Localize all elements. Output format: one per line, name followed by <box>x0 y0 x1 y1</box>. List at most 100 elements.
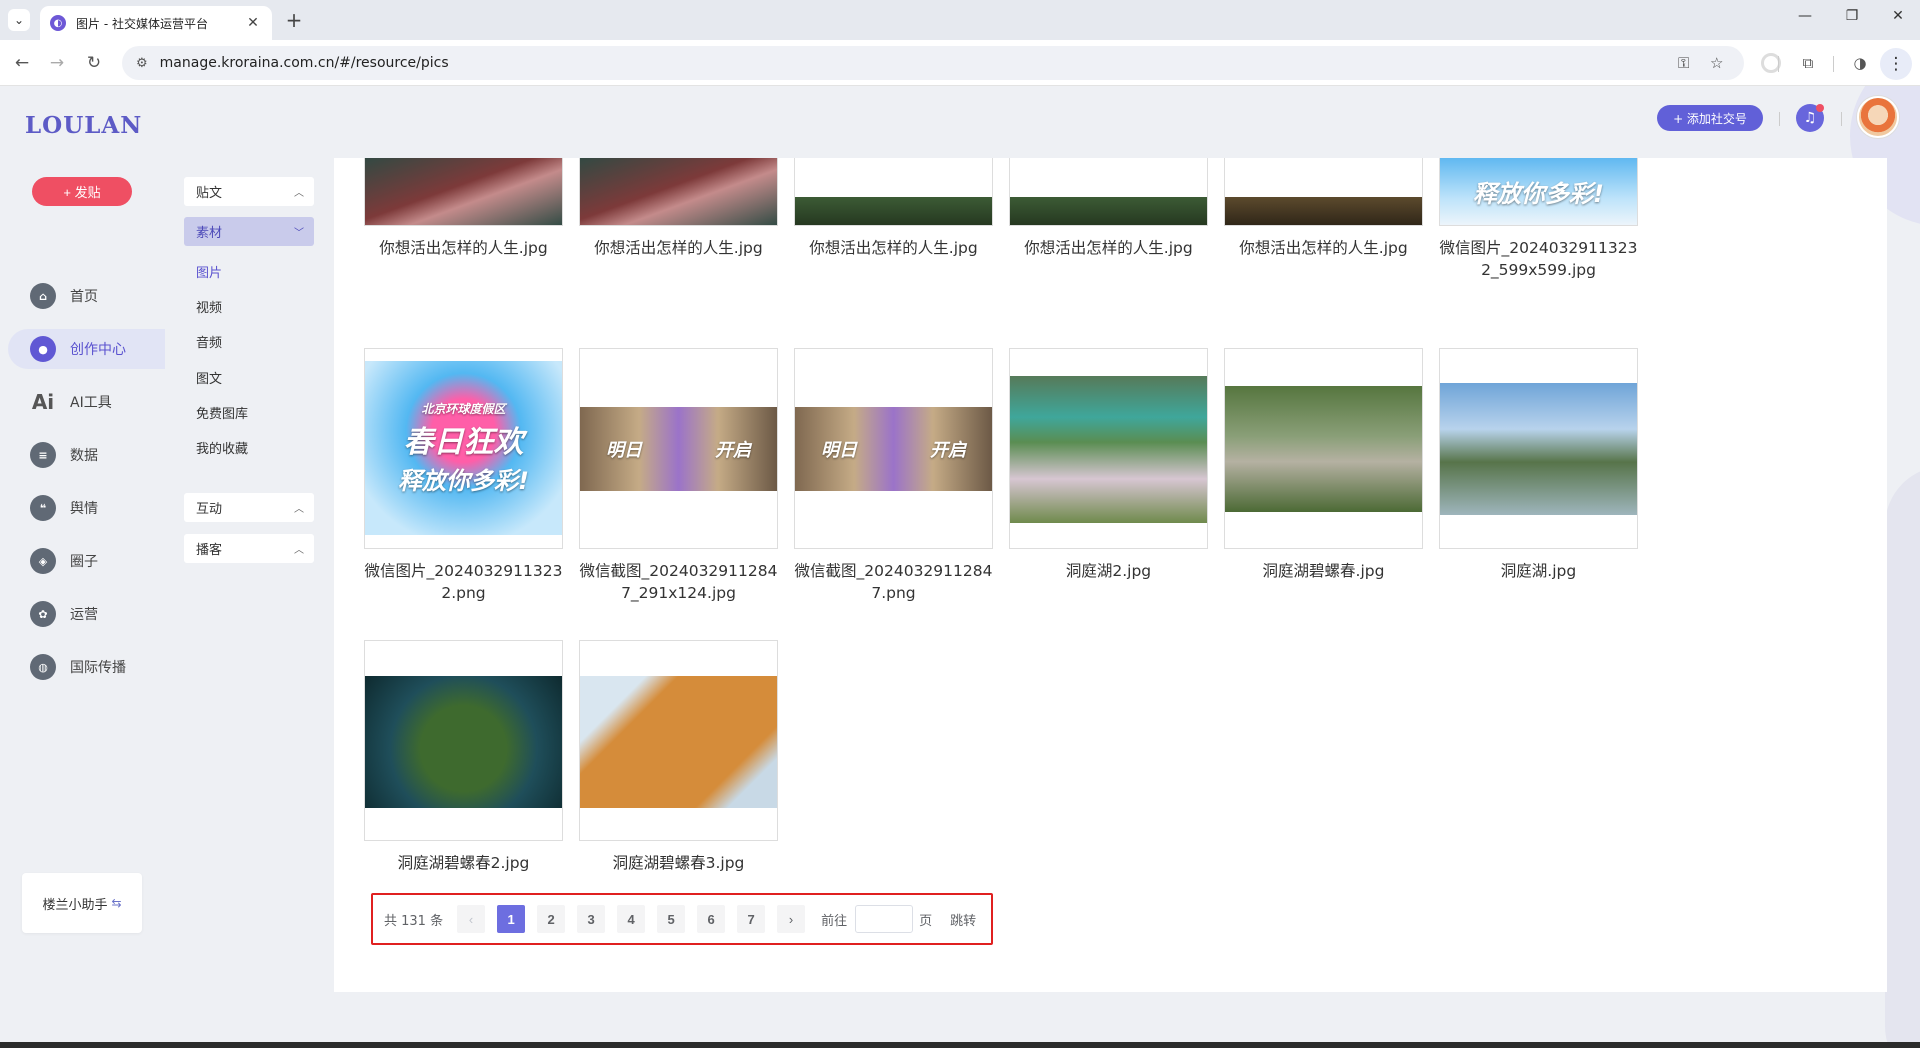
sub-sidebar: 贴文 ︿ 素材 ﹀ 图片 视频 音频 图文 免费图库 我的收藏 互动 ︿ 播客 … <box>165 86 334 1042</box>
picture-card[interactable]: 洞庭湖碧螺春.jpg <box>1224 348 1423 582</box>
sub-item-pictures[interactable]: 图片 <box>196 262 222 281</box>
back-arrow-icon[interactable]: ← <box>11 52 33 74</box>
picture-thumbnail[interactable] <box>1009 348 1208 549</box>
bookmark-star-icon[interactable]: ☆ <box>1710 54 1723 72</box>
picture-card[interactable]: 你想活出怎样的人生.jpg <box>1009 158 1208 259</box>
picture-image: 北京环球度假区 春日狂欢 释放你多彩! <box>365 361 562 535</box>
picture-thumbnail[interactable] <box>579 158 778 226</box>
nav-item-creation-center[interactable]: ● 创作中心 <box>8 329 165 369</box>
extensions-puzzle-icon[interactable]: ⧉ <box>1797 52 1819 74</box>
sub-item-videos[interactable]: 视频 <box>196 297 222 316</box>
main-sidebar: LOULAN + 发贴 ⌂ 首页 ● 创作中心 Ai AI工具 ≡ 数据 ❝ 舆… <box>0 86 165 1042</box>
picture-thumbnail[interactable] <box>1439 348 1638 549</box>
picture-thumbnail[interactable] <box>364 158 563 226</box>
sub-item-free-library[interactable]: 免费图库 <box>196 403 248 422</box>
window-close-icon[interactable]: ✕ <box>1883 8 1913 24</box>
nav-item-operations[interactable]: ✿ 运营 <box>8 594 165 634</box>
chevron-up-icon: ︿ <box>294 188 304 199</box>
page-button-6[interactable]: 6 <box>697 905 726 933</box>
picture-card[interactable]: 明日 开启 微信截图_20240329112847.png <box>794 348 993 604</box>
sub-item-favorites[interactable]: 我的收藏 <box>196 438 248 457</box>
sub-item-audio[interactable]: 音频 <box>196 332 222 351</box>
picture-filename: 洞庭湖.jpg <box>1500 562 1577 580</box>
nav-item-circles[interactable]: ◈ 圈子 <box>8 541 165 581</box>
picture-image <box>580 158 777 225</box>
assistant-button[interactable]: 楼兰小助手 ⇆ <box>22 873 142 933</box>
picture-thumbnail[interactable]: 北京环球度假区 春日狂欢 释放你多彩! <box>364 348 563 549</box>
picture-card[interactable]: 洞庭湖碧螺春2.jpg <box>364 640 563 874</box>
site-info-icon[interactable]: ⚙ <box>136 56 148 71</box>
picture-thumbnail[interactable]: 明日 开启 <box>579 348 778 549</box>
nav-item-home[interactable]: ⌂ 首页 <box>8 276 165 316</box>
picture-card[interactable]: 洞庭湖2.jpg <box>1009 348 1208 582</box>
home-icon: ⌂ <box>30 283 56 309</box>
address-bar[interactable]: ⚙ manage.kroraina.com.cn/#/resource/pics… <box>122 46 1744 80</box>
picture-card[interactable]: 释放你多彩! 微信图片_20240329113232_599x599.jpg <box>1439 158 1638 281</box>
nav-item-sentiment[interactable]: ❝ 舆情 <box>8 488 165 528</box>
page-button-5[interactable]: 5 <box>657 905 686 933</box>
picture-card[interactable]: 你想活出怎样的人生.jpg <box>1224 158 1423 259</box>
goto-page-input[interactable] <box>855 905 914 933</box>
password-key-icon[interactable]: ⚿ <box>1678 54 1689 72</box>
sub-item-graphic-text[interactable]: 图文 <box>196 368 222 387</box>
prev-page-icon[interactable]: ‹ <box>457 905 486 933</box>
picture-card[interactable]: 洞庭湖碧螺春3.jpg <box>579 640 778 874</box>
publish-button[interactable]: + 发贴 <box>32 177 132 206</box>
parade-banner-text: 明日 <box>606 440 642 461</box>
decorative-shape <box>1885 466 1920 1042</box>
section-posts[interactable]: 贴文 ︿ <box>184 177 314 206</box>
picture-thumbnail[interactable]: 明日 开启 <box>794 348 993 549</box>
picture-thumbnail[interactable] <box>364 640 563 841</box>
next-page-icon[interactable]: › <box>777 905 806 933</box>
section-podcast[interactable]: 播客 ︿ <box>184 534 314 563</box>
picture-image <box>795 197 992 225</box>
section-materials[interactable]: 素材 ﹀ <box>184 217 314 246</box>
picture-image <box>1225 386 1422 512</box>
picture-thumbnail[interactable] <box>1009 158 1208 226</box>
picture-card[interactable]: 你想活出怎样的人生.jpg <box>794 158 993 259</box>
ai-icon: Ai <box>31 390 55 414</box>
forward-arrow-icon[interactable]: → <box>46 52 68 74</box>
picture-thumbnail[interactable] <box>1224 158 1423 226</box>
add-social-account-button[interactable]: + 添加社交号 <box>1657 105 1763 131</box>
picture-card[interactable]: 你想活出怎样的人生.jpg <box>364 158 563 259</box>
picture-thumbnail[interactable] <box>794 158 993 226</box>
picture-thumbnail[interactable]: 释放你多彩! <box>1439 158 1638 226</box>
avatar[interactable] <box>1857 96 1899 138</box>
page-button-2[interactable]: 2 <box>537 905 566 933</box>
new-tab-plus-icon[interactable]: + <box>282 8 306 32</box>
nav-item-international[interactable]: ◍ 国际传播 <box>8 647 165 687</box>
picture-image <box>1010 197 1207 225</box>
picture-image: 释放你多彩! <box>1440 158 1637 225</box>
page-button-7[interactable]: 7 <box>737 905 766 933</box>
minimize-icon[interactable]: — <box>1790 8 1820 24</box>
picture-card[interactable]: 明日 开启 微信截图_20240329112847_291x124.jpg <box>579 348 778 604</box>
page-button-4[interactable]: 4 <box>617 905 646 933</box>
nav-label: 首页 <box>70 289 98 305</box>
browser-tab[interactable]: ◐ 图片 - 社交媒体运营平台 ✕ <box>40 6 272 40</box>
picture-card[interactable]: 北京环球度假区 春日狂欢 释放你多彩! 微信图片_20240329113232.png <box>364 348 563 604</box>
jump-button[interactable]: 跳转 <box>950 910 976 929</box>
reload-icon[interactable]: ↻ <box>83 52 105 74</box>
nav-label: 圈子 <box>70 554 98 570</box>
picture-card[interactable]: 你想活出怎样的人生.jpg <box>579 158 778 259</box>
browser-menu-icon[interactable]: ⋮ <box>1880 48 1912 80</box>
page-button-3[interactable]: 3 <box>577 905 606 933</box>
nav-label: 舆情 <box>70 501 98 517</box>
picture-card[interactable]: 洞庭湖.jpg <box>1439 348 1638 582</box>
logo: LOULAN <box>25 112 143 139</box>
header-separator <box>1841 112 1842 126</box>
profile-icon[interactable]: ◑ <box>1849 52 1871 74</box>
tab-close-icon[interactable]: ✕ <box>244 15 262 31</box>
page-button-1[interactable]: 1 <box>497 905 526 933</box>
nav-item-ai-tools[interactable]: Ai AI工具 <box>8 382 165 422</box>
nav-item-data[interactable]: ≡ 数据 <box>8 435 165 475</box>
picture-thumbnail[interactable] <box>1224 348 1423 549</box>
browser-toolbar: ← → ↻ ⚙ manage.kroraina.com.cn/#/resourc… <box>0 40 1920 86</box>
pagination: 共 131 条 ‹ 1 2 3 4 5 6 7 › 前往 页 跳转 <box>371 893 993 945</box>
tab-search-chevron-icon[interactable]: ⌄ <box>8 9 30 31</box>
cog-icon: ✿ <box>30 601 56 627</box>
picture-thumbnail[interactable] <box>579 640 778 841</box>
section-interaction[interactable]: 互动 ︿ <box>184 493 314 522</box>
restore-icon[interactable]: ❐ <box>1837 8 1867 24</box>
